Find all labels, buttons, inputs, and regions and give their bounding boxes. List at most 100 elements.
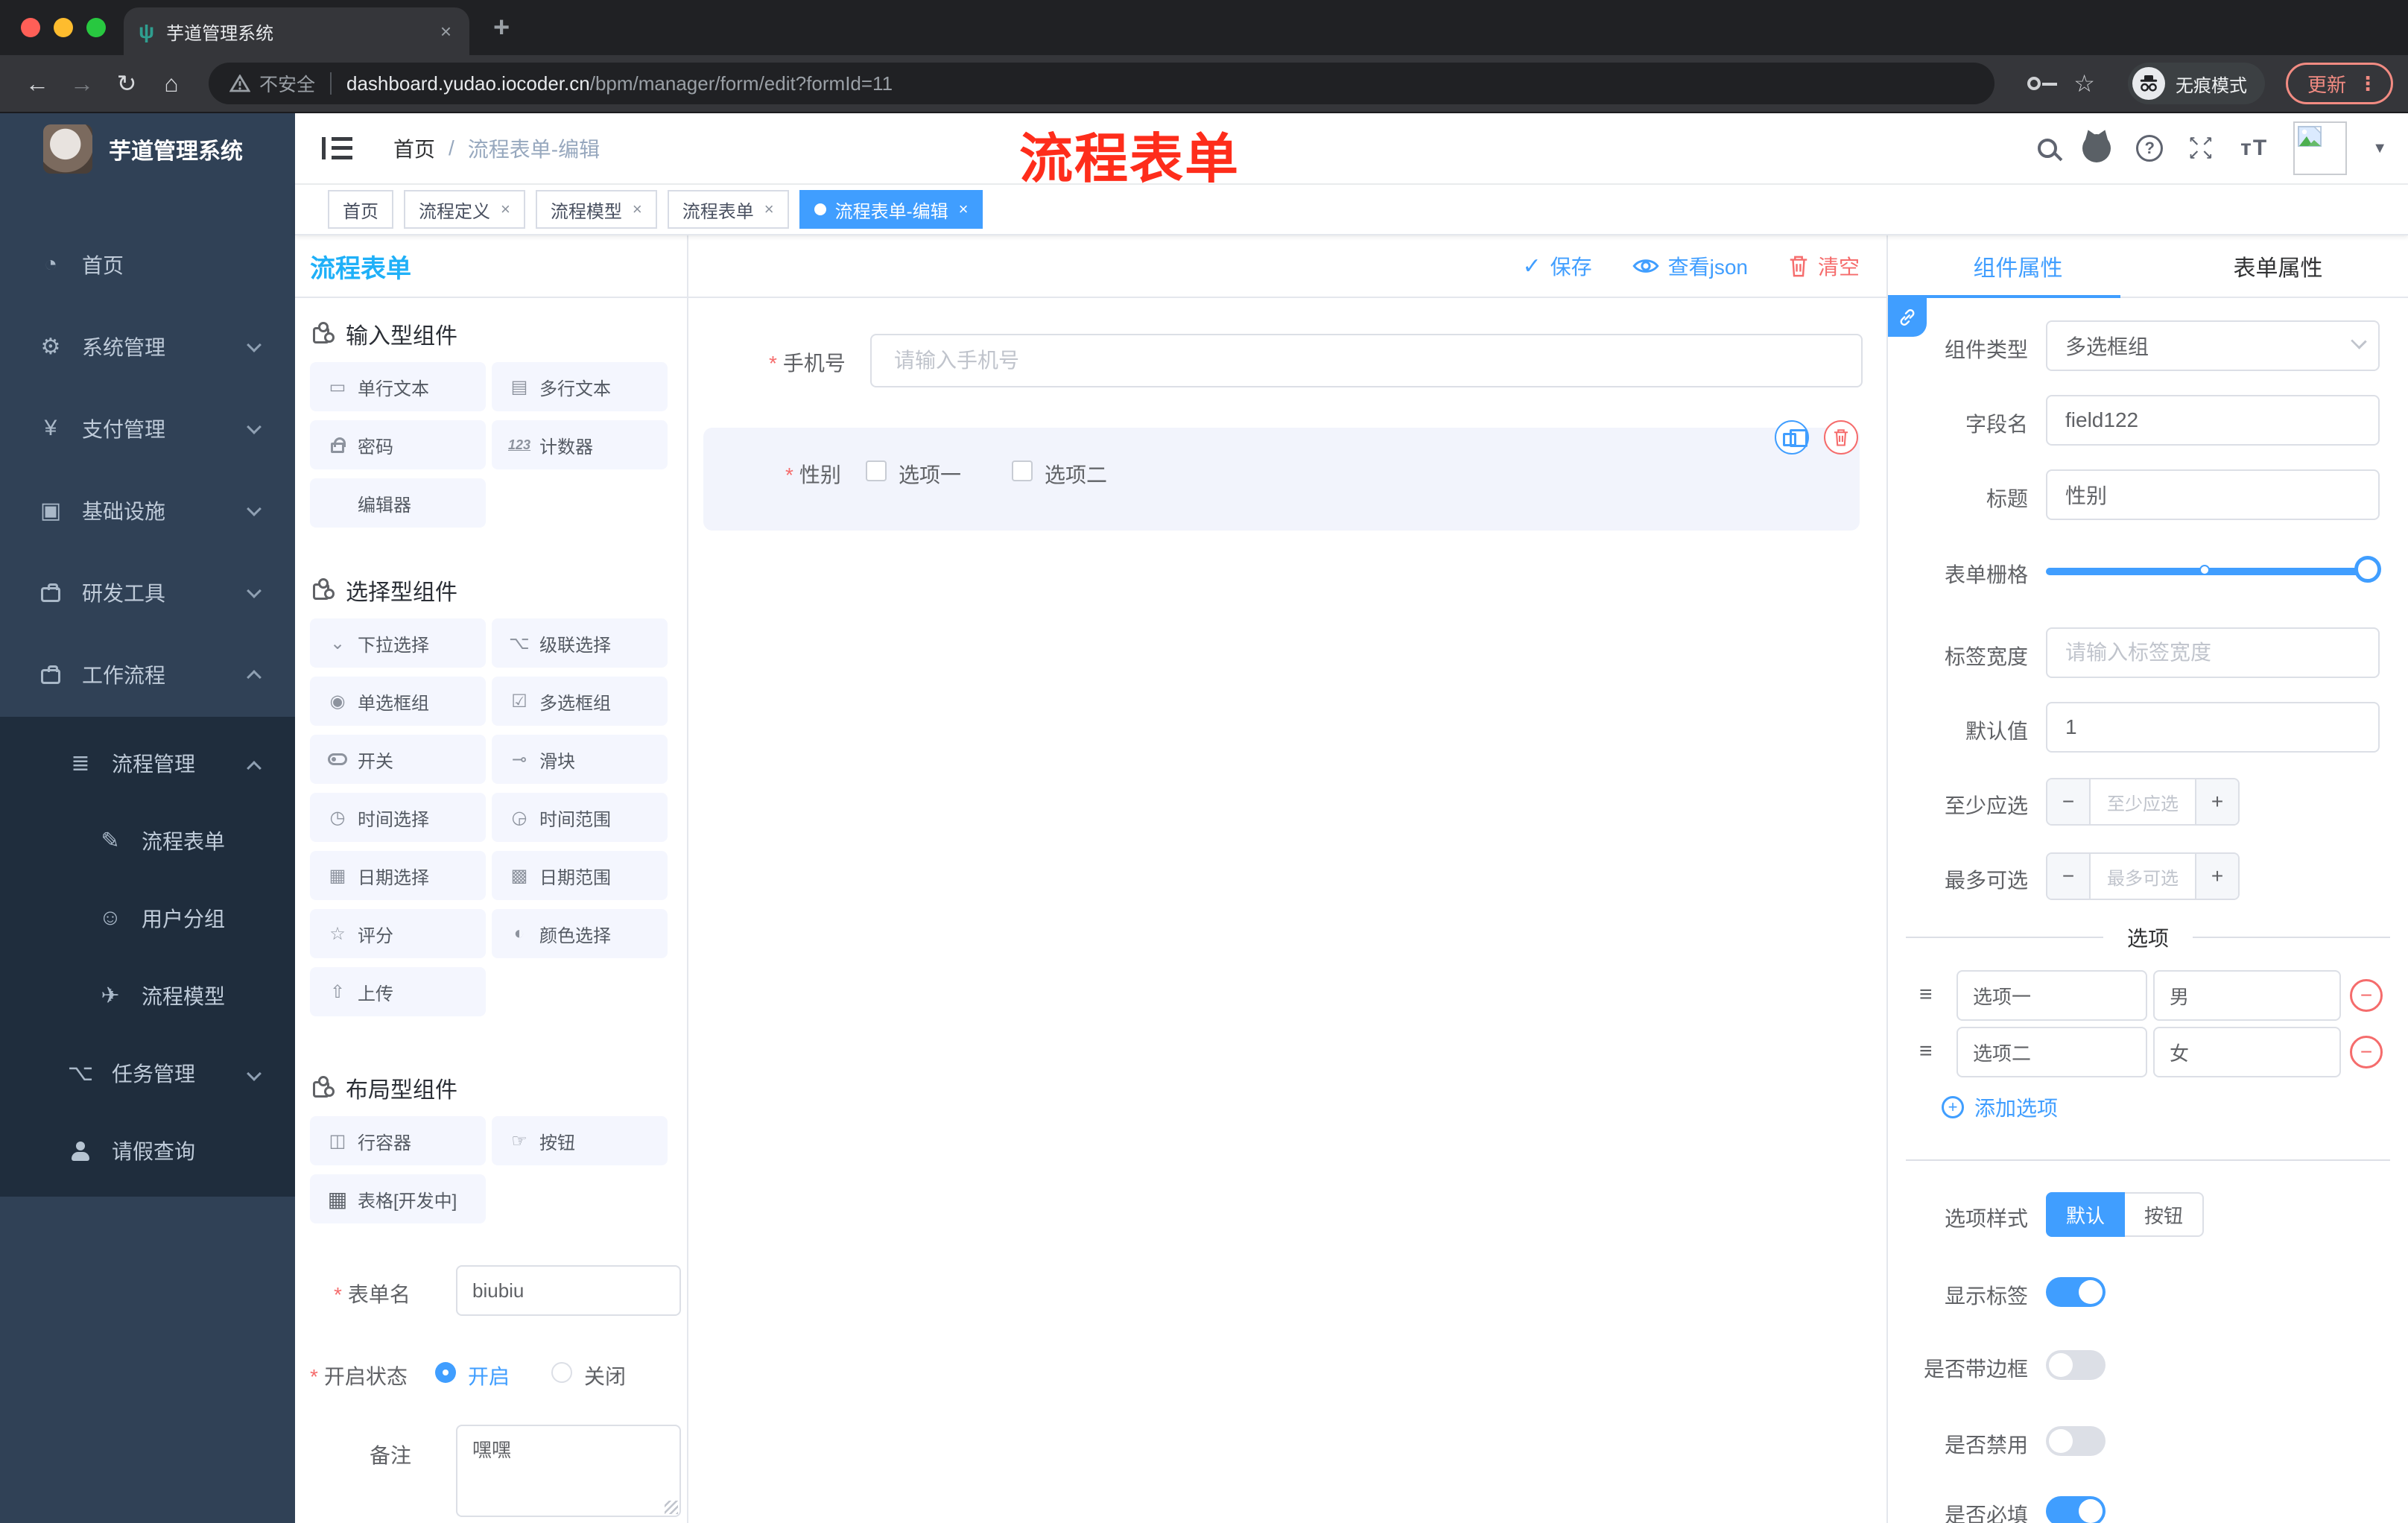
- close-window-button[interactable]: [21, 18, 40, 37]
- tab-component-props[interactable]: 组件属性: [1888, 235, 2148, 297]
- status-off-label[interactable]: 关闭: [584, 1361, 626, 1390]
- add-option-button[interactable]: + 添加选项: [1942, 1092, 2058, 1122]
- view-tag[interactable]: 流程表单-编辑 ×: [799, 190, 983, 229]
- font-size-icon[interactable]: тT: [2240, 136, 2268, 161]
- sidebar-item[interactable]: 研发工具: [0, 551, 295, 633]
- title-input[interactable]: [2046, 469, 2380, 520]
- component-pill[interactable]: ▦ 表格[开发中]: [310, 1174, 486, 1223]
- sidebar-item[interactable]: ¥ 支付管理: [0, 387, 295, 469]
- component-pill[interactable]: ◐ 颜色选择: [492, 909, 668, 958]
- phone-input[interactable]: [870, 334, 1863, 387]
- view-tag[interactable]: 流程表单 ×: [667, 190, 789, 229]
- tag-close-icon[interactable]: ×: [501, 200, 510, 219]
- new-tab-button[interactable]: +: [493, 12, 510, 44]
- component-pill[interactable]: ◷ 时间选择: [310, 793, 486, 842]
- component-pill[interactable]: ☆ 评分: [310, 909, 486, 958]
- remark-textarea[interactable]: 嘿嘿: [456, 1425, 681, 1517]
- chevron-down-icon[interactable]: ▼: [2372, 140, 2387, 157]
- component-pill[interactable]: 编辑器: [310, 478, 486, 528]
- sidebar-item[interactable]: ⌥ 任务管理: [0, 1034, 295, 1112]
- sidebar-item[interactable]: ☺ 用户分组: [0, 879, 295, 957]
- home-icon[interactable]: ⌂: [149, 70, 194, 98]
- form-name-input[interactable]: [456, 1265, 681, 1316]
- sidebar-item[interactable]: ✎ 流程表单: [0, 802, 295, 879]
- sidebar-item[interactable]: ⚙ 系统管理: [0, 305, 295, 387]
- minus-icon[interactable]: −: [2047, 854, 2091, 899]
- collapse-sidebar-icon[interactable]: [322, 137, 352, 159]
- view-tag[interactable]: 流程定义 ×: [404, 190, 525, 229]
- status-on-label[interactable]: 开启: [468, 1361, 510, 1390]
- component-type-select[interactable]: 多选框组: [2046, 320, 2380, 371]
- component-pill[interactable]: ⇧ 上传: [310, 967, 486, 1016]
- component-pill[interactable]: ▩ 日期范围: [492, 851, 668, 900]
- component-pill[interactable]: ⌥ 级联选择: [492, 618, 668, 668]
- sidebar-item[interactable]: 工作流程: [0, 633, 295, 715]
- browser-update-button[interactable]: 更新 ⋮: [2285, 63, 2393, 104]
- minimize-window-button[interactable]: [54, 18, 73, 37]
- maximize-window-button[interactable]: [86, 18, 106, 37]
- sidebar-item[interactable]: ▣ 基础设施: [0, 469, 295, 551]
- sidebar-item[interactable]: ✈ 流程模型: [0, 957, 295, 1034]
- browser-tab[interactable]: ψ 芋道管理系统 ×: [124, 7, 469, 55]
- remove-option-button[interactable]: −: [2350, 1036, 2383, 1068]
- remove-option-button[interactable]: −: [2350, 979, 2383, 1012]
- min-select-placeholder[interactable]: 至少应选: [2091, 779, 2195, 824]
- toggle-switch[interactable]: [2046, 1426, 2106, 1456]
- component-pill[interactable]: ⌄ 下拉选择: [310, 618, 486, 668]
- toggle-switch[interactable]: [2046, 1277, 2106, 1307]
- resize-handle[interactable]: [665, 1501, 678, 1514]
- search-icon[interactable]: [2038, 139, 2058, 158]
- checkbox-option-label[interactable]: 选项一: [899, 459, 961, 489]
- component-pill[interactable]: ◫ 行容器: [310, 1116, 486, 1165]
- sidebar-item[interactable]: 请假查询: [0, 1112, 295, 1189]
- sidebar-item[interactable]: ◔ 首页: [0, 224, 295, 305]
- option-value-input[interactable]: [2153, 1027, 2341, 1077]
- tab-close-icon[interactable]: ×: [437, 20, 454, 43]
- toggle-switch[interactable]: [2046, 1350, 2106, 1380]
- component-pill[interactable]: 密码: [310, 420, 486, 469]
- github-icon[interactable]: [2082, 134, 2111, 162]
- option-label-input[interactable]: [1956, 1027, 2147, 1077]
- save-button[interactable]: ✓ 保存: [1522, 251, 1591, 281]
- checkbox-icon[interactable]: [866, 460, 887, 481]
- bookmark-star-icon[interactable]: ☆: [2073, 69, 2095, 98]
- tag-close-icon[interactable]: ×: [764, 200, 774, 219]
- plus-icon[interactable]: +: [2195, 779, 2238, 824]
- drag-handle-icon[interactable]: ≡: [1919, 1039, 1933, 1064]
- status-off-radio[interactable]: [551, 1362, 572, 1383]
- style-default-button[interactable]: 默认: [2046, 1192, 2125, 1237]
- breadcrumb-home[interactable]: 首页: [393, 133, 435, 163]
- grid-slider-handle[interactable]: [2354, 556, 2381, 583]
- avatar[interactable]: [2293, 121, 2348, 175]
- forward-icon[interactable]: →: [60, 70, 104, 98]
- address-bar[interactable]: 不安全 dashboard.yudao.iocoder.cn /bpm/mana…: [209, 63, 1995, 104]
- field-name-input[interactable]: [2046, 395, 2380, 446]
- password-key-icon[interactable]: [2027, 77, 2058, 90]
- option-value-input[interactable]: [2153, 970, 2341, 1021]
- checkbox-icon[interactable]: [1012, 460, 1033, 481]
- label-width-input[interactable]: [2046, 627, 2380, 678]
- component-pill[interactable]: ☑ 多选框组: [492, 677, 668, 726]
- view-tag[interactable]: 首页: [328, 190, 393, 229]
- component-pill[interactable]: 开关: [310, 735, 486, 784]
- selected-component-gender[interactable]: * 性别 选项一 选项二: [703, 428, 1860, 531]
- component-pill[interactable]: 123 计数器: [492, 420, 668, 469]
- plus-icon[interactable]: +: [2195, 854, 2238, 899]
- minus-icon[interactable]: −: [2047, 779, 2091, 824]
- view-tag[interactable]: 流程模型 ×: [535, 190, 657, 229]
- tag-close-icon[interactable]: ×: [959, 200, 969, 219]
- component-pill[interactable]: ☞ 按钮: [492, 1116, 668, 1165]
- checkbox-option-label[interactable]: 选项二: [1045, 459, 1107, 489]
- drag-handle-icon[interactable]: ≡: [1919, 982, 1933, 1007]
- option-label-input[interactable]: [1956, 970, 2147, 1021]
- component-pill[interactable]: ⊸ 滑块: [492, 735, 668, 784]
- status-on-radio[interactable]: [435, 1362, 456, 1383]
- component-pill[interactable]: ◉ 单选框组: [310, 677, 486, 726]
- component-pill[interactable]: ▤ 多行文本: [492, 362, 668, 411]
- component-pill[interactable]: ◶ 时间范围: [492, 793, 668, 842]
- clear-button[interactable]: 清空: [1788, 251, 1860, 281]
- browser-menu-icon[interactable]: ⋮: [2358, 72, 2377, 95]
- default-value-input[interactable]: [2046, 702, 2380, 753]
- component-pill[interactable]: ▦ 日期选择: [310, 851, 486, 900]
- tab-form-props[interactable]: 表单属性: [2148, 235, 2408, 297]
